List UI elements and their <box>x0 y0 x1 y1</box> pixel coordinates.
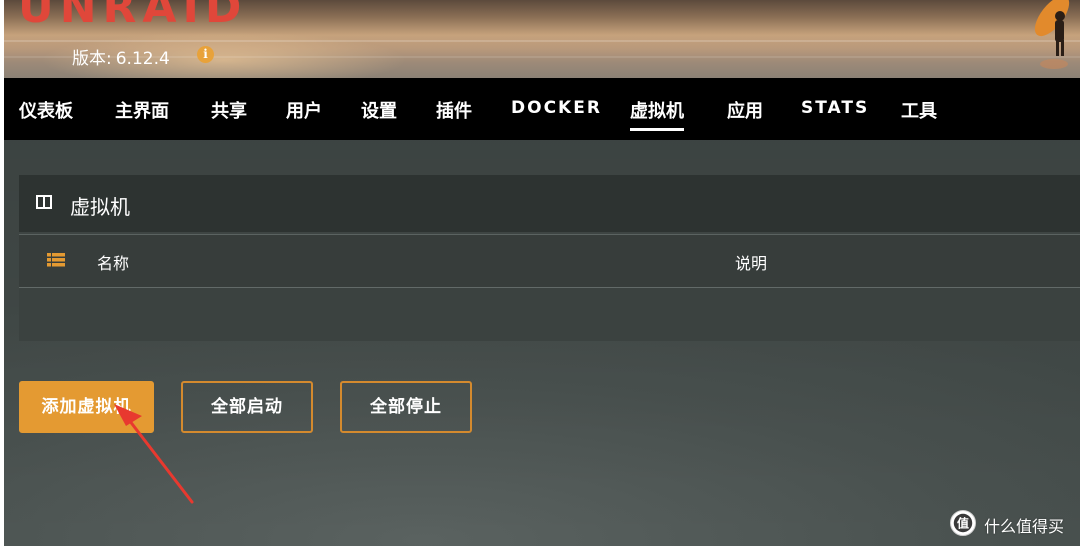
stop-all-button[interactable]: 全部停止 <box>340 381 472 433</box>
nav-tools[interactable]: 工具 <box>901 97 937 123</box>
nav-settings[interactable]: 设置 <box>361 97 397 123</box>
background-wave <box>4 40 1080 42</box>
watermark-text: 什么值得买 <box>984 517 1065 536</box>
smzdm-logo-icon: 值 <box>950 510 976 536</box>
svg-text:值: 值 <box>957 516 969 531</box>
nav-users[interactable]: 用户 <box>286 97 322 123</box>
vm-table-body <box>19 288 1080 341</box>
version-display: 版本: 6.12.4 <box>72 44 170 69</box>
vm-panel-header: 虚拟机 <box>19 175 1080 232</box>
annotation-arrow-icon <box>114 404 194 504</box>
panel-title: 虚拟机 <box>70 195 130 219</box>
main-navigation: 仪表板 主界面 共享 用户 设置 插件 DOCKER 虚拟机 应用 STATS … <box>4 78 1080 140</box>
info-icon[interactable]: i <box>197 46 214 63</box>
column-header-name[interactable]: 名称 <box>97 250 129 274</box>
nav-stats[interactable]: STATS <box>801 98 869 118</box>
nav-plugins[interactable]: 插件 <box>436 97 472 123</box>
unraid-logo[interactable]: UNRAID <box>18 0 247 33</box>
nav-apps[interactable]: 应用 <box>727 97 763 123</box>
nav-vms[interactable]: 虚拟机 <box>630 97 684 131</box>
list-icon[interactable] <box>47 253 65 267</box>
nav-dashboard[interactable]: 仪表板 <box>19 97 73 123</box>
header-banner: UNRAID 版本: 6.12.4 i <box>4 0 1080 78</box>
vm-table-header: 名称 说明 <box>19 234 1080 288</box>
version-label: 版本: <box>72 49 112 69</box>
columns-icon <box>36 195 52 209</box>
nav-shares[interactable]: 共享 <box>211 97 247 123</box>
version-number: 6.12.4 <box>115 49 170 69</box>
nav-docker[interactable]: DOCKER <box>511 98 602 118</box>
column-header-description[interactable]: 说明 <box>735 250 767 274</box>
surfer-silhouette <box>1034 0 1070 69</box>
nav-main[interactable]: 主界面 <box>115 97 169 123</box>
